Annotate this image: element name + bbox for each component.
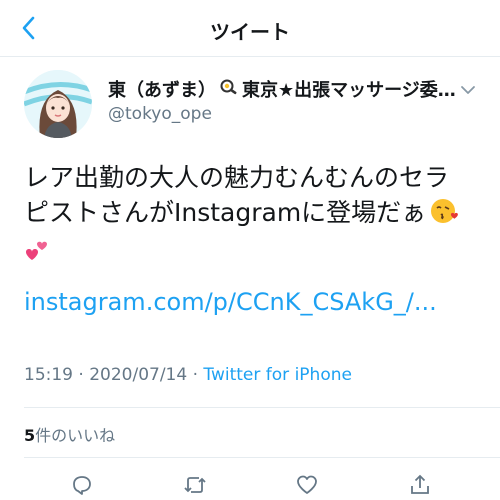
- tweet-text-line-2: ピストさんがInstagramに登場だぁ: [24, 198, 427, 227]
- retweet-icon[interactable]: [180, 470, 210, 500]
- tweet-text-line-1: レア出勤の大人の魅力むんむんのセラ: [24, 163, 450, 192]
- page-title: ツイート: [210, 20, 290, 44]
- author-handle[interactable]: @tokyo_ope: [108, 104, 212, 124]
- display-name-rest: 東京★出張マッサージ委…: [242, 80, 456, 101]
- divider: [24, 457, 500, 458]
- reply-icon[interactable]: [67, 470, 97, 500]
- tweet-timestamp: 15:19 · 2020/07/14 ·: [24, 365, 204, 385]
- tweet-actions: [0, 470, 500, 500]
- likes-count-row[interactable]: 5件のいいね: [24, 422, 115, 446]
- tweet-text-line-2-wrap: ピストさんがInstagramに登場だぁ: [24, 195, 480, 234]
- top-bar: ツイート: [0, 0, 500, 57]
- tweet-body: レア出勤の大人の魅力むんむんのセラ ピストさんがInstagramに登場だぁ: [24, 160, 480, 271]
- divider: [24, 407, 500, 408]
- chevron-down-icon[interactable]: [459, 82, 477, 96]
- display-name: 東（あずま）: [108, 80, 216, 101]
- like-icon[interactable]: [292, 470, 322, 500]
- avatar[interactable]: [24, 70, 92, 138]
- likes-label: 件のいいね: [35, 426, 116, 445]
- tweet-source-link[interactable]: Twitter for iPhone: [203, 365, 352, 385]
- two-hearts-emoji-icon: [24, 236, 480, 271]
- kissing-face-heart-emoji-icon: [430, 197, 459, 234]
- tweet-meta: 15:19 · 2020/07/14 · Twitter for iPhone: [24, 365, 352, 385]
- likes-count: 5: [24, 426, 36, 445]
- tweet-link[interactable]: instagram.com/p/CCnK_CSAkG_/...: [24, 288, 437, 316]
- author-name-row[interactable]: 東（あずま） 東京★出張マッサージ委…: [108, 76, 458, 102]
- frying-pan-emoji-icon: [219, 77, 239, 101]
- share-icon[interactable]: [405, 470, 435, 500]
